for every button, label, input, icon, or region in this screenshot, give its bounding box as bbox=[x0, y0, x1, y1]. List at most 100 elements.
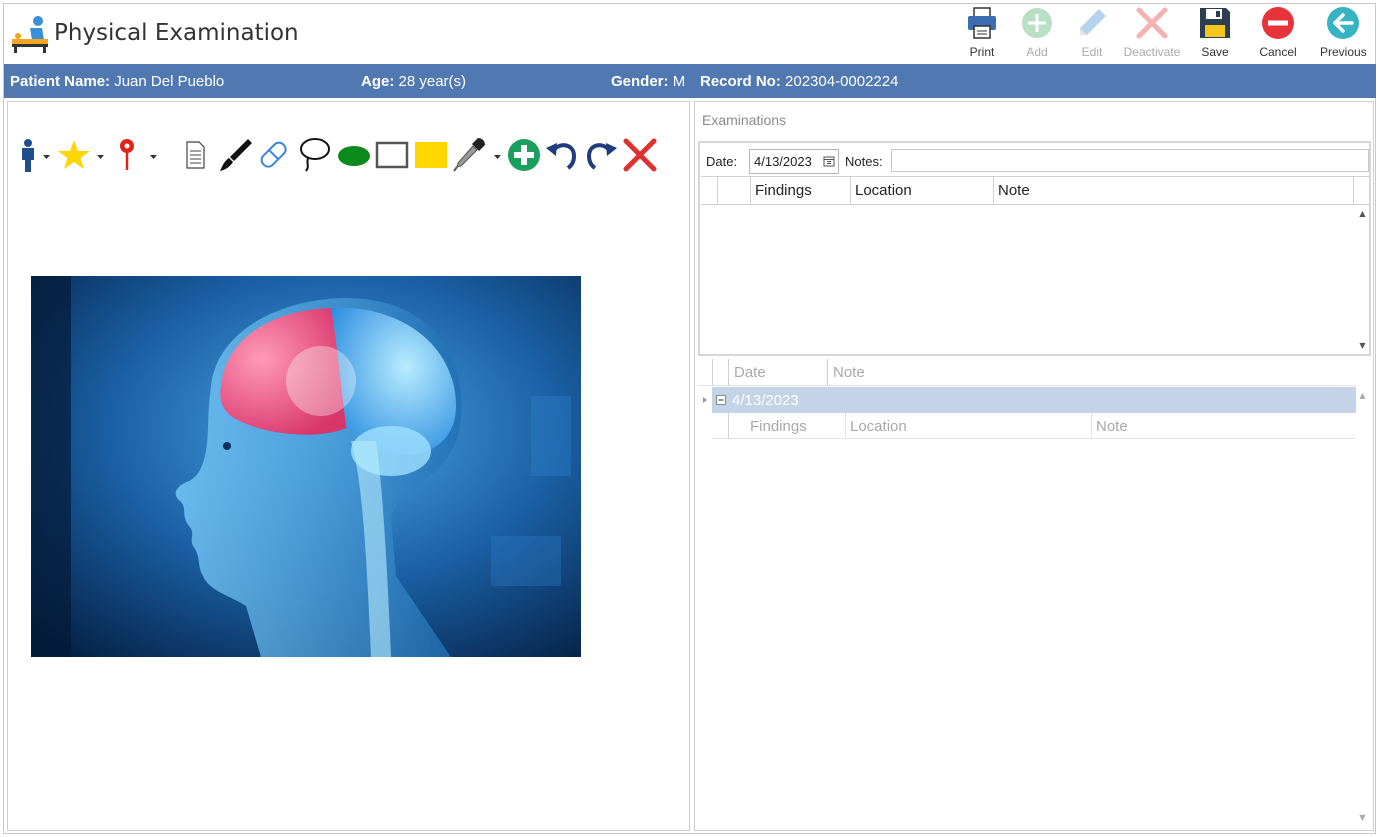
printer-icon bbox=[968, 7, 996, 39]
note-column-header[interactable]: Note bbox=[833, 364, 865, 381]
history-scrollbar[interactable]: ▲ ▼ bbox=[1355, 387, 1370, 827]
date-picker[interactable]: 4/13/2023 bbox=[749, 149, 839, 174]
scroll-up-arrow-icon[interactable]: ▲ bbox=[1355, 207, 1370, 221]
patient-gender: Gender: M bbox=[611, 73, 686, 90]
document-tool[interactable] bbox=[180, 134, 210, 174]
group-date: 4/13/2023 bbox=[732, 392, 799, 409]
edit-label: Edit bbox=[1081, 45, 1103, 59]
edit-button[interactable]: Edit bbox=[1074, 6, 1110, 62]
add-button[interactable]: Add bbox=[1019, 6, 1055, 62]
note-column-header[interactable]: Note bbox=[998, 182, 1030, 199]
brush-icon bbox=[220, 139, 252, 171]
scroll-down-arrow-icon[interactable]: ▼ bbox=[1355, 811, 1370, 825]
clear-icon bbox=[623, 138, 657, 172]
plus-circle-icon bbox=[1022, 8, 1052, 38]
floppy-disk-icon bbox=[1200, 8, 1230, 38]
star-icon bbox=[58, 140, 90, 169]
star-tool[interactable] bbox=[56, 134, 92, 174]
previous-label: Previous bbox=[1320, 45, 1367, 59]
deactivate-label: Deactivate bbox=[1123, 45, 1181, 59]
note-column-header[interactable]: Note bbox=[1096, 418, 1128, 435]
page-title: Physical Examination bbox=[54, 20, 299, 46]
brush-tool[interactable] bbox=[218, 134, 254, 174]
patient-info-bar: Patient Name: Juan Del Pueblo Age: 28 ye… bbox=[4, 64, 1376, 98]
deactivate-button[interactable]: Deactivate bbox=[1122, 6, 1182, 62]
location-column-header[interactable]: Location bbox=[850, 418, 907, 435]
save-label: Save bbox=[1201, 45, 1229, 59]
date-label: Date: bbox=[706, 154, 738, 169]
ellipse-tool[interactable] bbox=[336, 134, 372, 174]
x-icon bbox=[1136, 7, 1168, 39]
eyedropper-tool[interactable] bbox=[452, 134, 488, 174]
notes-label: Notes: bbox=[845, 154, 883, 169]
notes-input[interactable] bbox=[891, 149, 1369, 172]
brain-anatomy-image[interactable] bbox=[31, 276, 581, 657]
eraser-tool[interactable] bbox=[256, 134, 292, 174]
column-divider bbox=[827, 359, 828, 386]
map-pin-icon bbox=[120, 139, 134, 170]
add-label: Add bbox=[1026, 45, 1048, 59]
history-grid-header: Date Note bbox=[698, 359, 1356, 386]
column-divider bbox=[728, 413, 729, 439]
star-dropdown-icon[interactable] bbox=[96, 152, 105, 161]
undo-icon bbox=[546, 143, 577, 170]
rectangle-tool[interactable] bbox=[374, 134, 410, 174]
patient-record-no: Record No: 202304-0002224 bbox=[700, 73, 899, 90]
ellipse-icon bbox=[338, 146, 370, 166]
rectangle-icon bbox=[375, 141, 409, 169]
physical-examination-window: Physical Examination Print Add Edit Deac… bbox=[3, 3, 1376, 834]
collapse-icon[interactable] bbox=[716, 395, 726, 405]
examinations-title: Examinations bbox=[702, 112, 787, 128]
eyedropper-dropdown-icon[interactable] bbox=[493, 152, 502, 161]
print-button[interactable]: Print bbox=[962, 6, 1002, 62]
row-indicator-icon bbox=[703, 397, 707, 403]
column-divider bbox=[993, 177, 994, 205]
date-column-header[interactable]: Date bbox=[734, 364, 766, 381]
save-button[interactable]: Save bbox=[1197, 6, 1233, 62]
eyedropper-icon bbox=[453, 138, 485, 172]
add-icon bbox=[508, 139, 540, 171]
person-dropdown-icon[interactable] bbox=[42, 152, 51, 161]
filled-rectangle-icon bbox=[415, 142, 447, 168]
findings-scrollbar[interactable]: ▲ ▼ bbox=[1355, 205, 1370, 355]
column-divider bbox=[717, 177, 718, 205]
column-divider bbox=[850, 177, 851, 205]
calendar-icon[interactable] bbox=[823, 155, 835, 167]
findings-grid: Findings Location Note ▲ ▼ bbox=[701, 176, 1370, 354]
print-label: Print bbox=[969, 45, 995, 59]
patient-age: Age: 28 year(s) bbox=[361, 73, 467, 90]
scroll-down-arrow-icon[interactable]: ▼ bbox=[1355, 339, 1370, 353]
pencil-icon bbox=[1080, 9, 1106, 35]
history-group-row[interactable]: 4/13/2023 bbox=[712, 387, 1356, 413]
redo-icon bbox=[586, 143, 617, 170]
findings-column-header[interactable]: Findings bbox=[750, 418, 807, 435]
column-divider bbox=[728, 359, 729, 386]
previous-button[interactable]: Previous bbox=[1320, 6, 1367, 62]
add-shape-tool[interactable] bbox=[506, 134, 542, 174]
scroll-up-arrow-icon[interactable]: ▲ bbox=[1355, 389, 1370, 403]
arrow-left-circle-icon bbox=[1327, 7, 1359, 39]
map-pin-dropdown-icon[interactable] bbox=[149, 152, 158, 161]
cancel-label: Cancel bbox=[1259, 45, 1297, 59]
history-detail-header: Findings Location Note bbox=[712, 413, 1356, 439]
lasso-icon bbox=[300, 138, 330, 172]
patient-name: Patient Name: Juan Del Pueblo bbox=[10, 73, 225, 90]
findings-column-header[interactable]: Findings bbox=[755, 182, 812, 199]
column-divider bbox=[1091, 413, 1092, 439]
person-icon bbox=[22, 139, 34, 172]
column-divider bbox=[845, 413, 846, 439]
eraser-icon bbox=[260, 141, 287, 168]
findings-grid-header: Findings Location Note bbox=[701, 177, 1370, 205]
column-divider bbox=[750, 177, 751, 205]
brain-illustration bbox=[31, 276, 581, 657]
map-pin-tool[interactable] bbox=[112, 134, 142, 174]
clear-tool[interactable] bbox=[622, 134, 658, 174]
filled-rectangle-tool[interactable] bbox=[413, 134, 449, 174]
cancel-button[interactable]: Cancel bbox=[1258, 6, 1298, 62]
person-tool[interactable] bbox=[16, 134, 40, 174]
lasso-tool[interactable] bbox=[296, 134, 332, 174]
redo-tool[interactable] bbox=[583, 134, 619, 174]
undo-tool[interactable] bbox=[544, 134, 580, 174]
location-column-header[interactable]: Location bbox=[855, 182, 912, 199]
document-icon bbox=[186, 141, 205, 169]
